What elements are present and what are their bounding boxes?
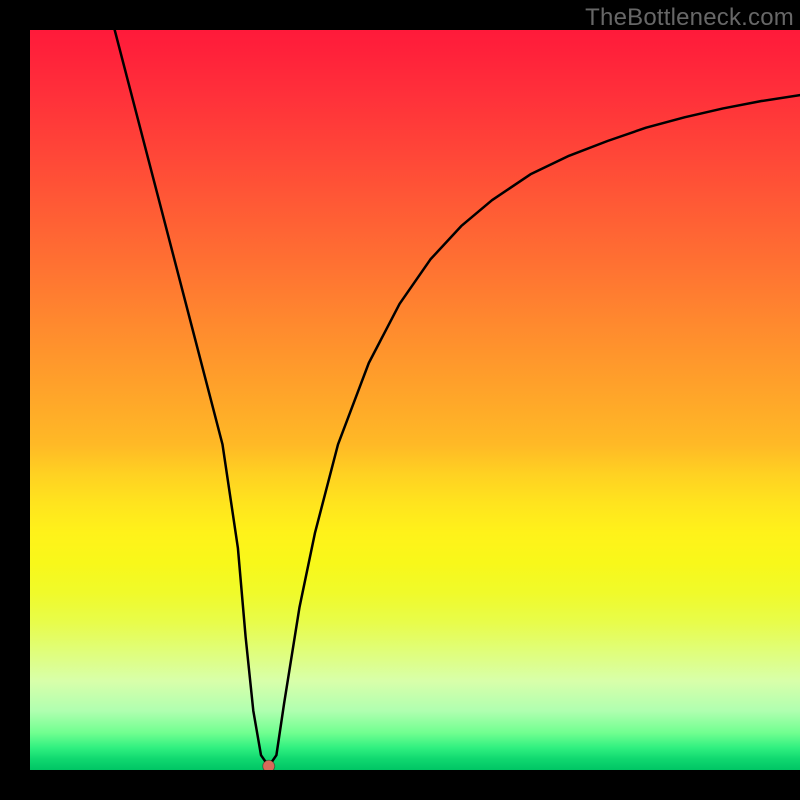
bottleneck-curve (115, 30, 800, 766)
curve-svg (30, 30, 800, 770)
chart-frame: TheBottleneck.com (30, 0, 800, 770)
watermark-label: TheBottleneck.com (585, 4, 794, 32)
plot-area (30, 30, 800, 770)
minimum-marker (263, 760, 275, 770)
